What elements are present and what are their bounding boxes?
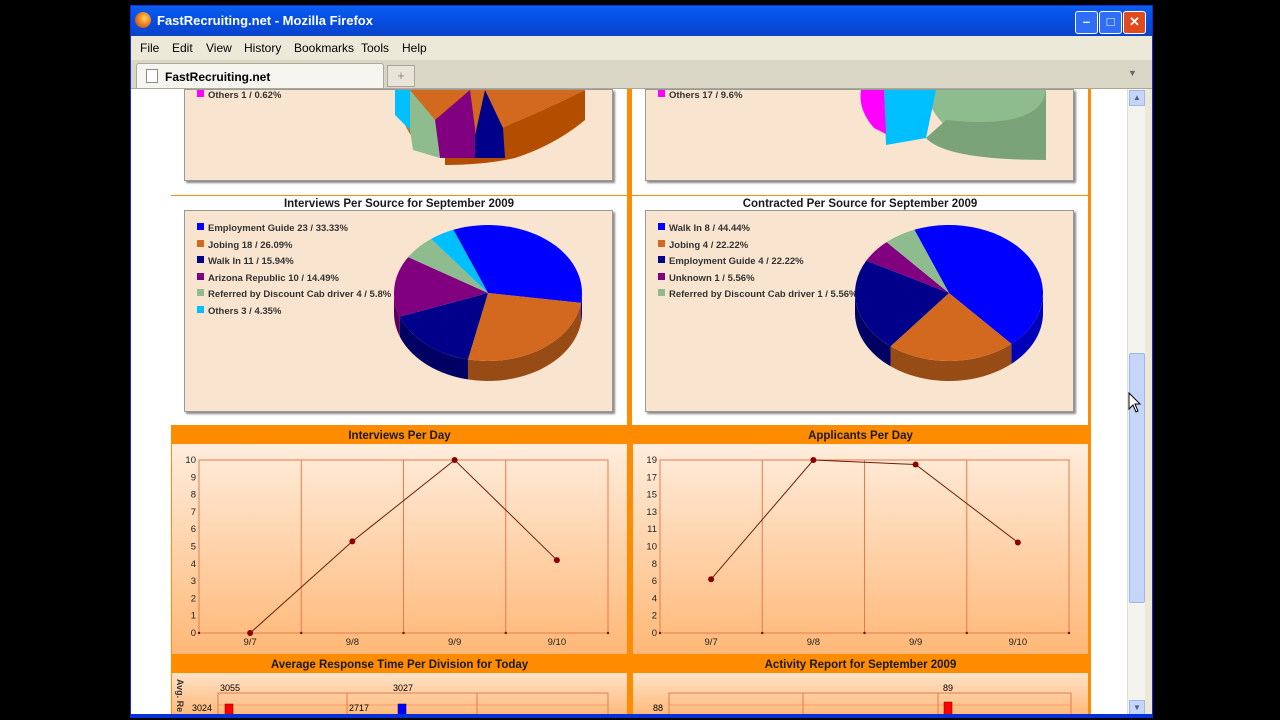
tab-label: FastRecruiting.net [165, 70, 271, 84]
top-left-panel: Others 1 / 0.62% [171, 89, 627, 195]
top-left-pie [395, 90, 585, 165]
interviews-per-source-panel: Interviews Per Source for September 2009… [171, 196, 627, 425]
data-point [451, 457, 458, 463]
menu-bar: File Edit View History Bookmarks Tools H… [131, 37, 1152, 59]
firefox-logo-icon [135, 12, 151, 28]
x-tick-label: 9/9 [448, 637, 461, 648]
scroll-up-icon[interactable]: ▲ [1129, 90, 1145, 106]
interviews-pie-chart [394, 225, 582, 381]
y-tick-label: 15 [646, 490, 657, 501]
y-tick-label: 7 [191, 507, 196, 518]
window-title: FastRecruiting.net - Mozilla Firefox [157, 13, 373, 28]
data-point [1014, 539, 1021, 546]
dashboard: Others 1 / 0.62% Others 17 / 9.6% Interv… [171, 89, 1091, 717]
y-tick-label: 3 [191, 576, 196, 587]
y-tick-label: 6 [652, 576, 657, 587]
menu-bookmarks[interactable]: Bookmarks [294, 41, 354, 55]
interviews-per-day-chart: 0 1 2 3 4 5 6 7 8 9 10 9/7 9/8 9/9 9/10 [185, 455, 610, 648]
bar-value-label: 3055 [220, 683, 240, 693]
y-tick-label: 2717 [349, 703, 369, 713]
tab-fastrecruiting[interactable]: FastRecruiting.net [136, 63, 384, 88]
y-tick-label: 4 [652, 593, 657, 604]
y-axis-label: Avg. Re [175, 679, 185, 712]
y-tick-label: 8 [652, 559, 657, 570]
maximize-button[interactable]: □ [1099, 11, 1122, 34]
activity-report-chart: 89 88 [653, 683, 1072, 717]
top-right-panel: Others 17 / 9.6% [632, 89, 1088, 195]
x-tick-label: 9/8 [807, 637, 820, 648]
contracted-per-source-panel: Contracted Per Source for September 2009… [632, 196, 1088, 425]
scroll-thumb[interactable] [1129, 353, 1145, 603]
menu-help[interactable]: Help [402, 41, 427, 55]
x-tick-label: 9/9 [909, 637, 922, 648]
menu-history[interactable]: History [244, 41, 281, 55]
avg-response-chart: Avg. Re 3055 3024 3027 2717 [175, 679, 609, 717]
y-tick-label: 6 [191, 524, 196, 535]
y-tick-label: 19 [646, 455, 657, 466]
y-tick-label: 8 [191, 490, 196, 501]
y-tick-label: 17 [646, 472, 657, 483]
y-tick-label: 10 [646, 542, 657, 553]
y-tick-label: 1 [191, 611, 196, 622]
data-point [912, 461, 919, 468]
applicants-per-day-chart: 0 2 4 6 8 10 11 13 15 17 19 9/7 9/8 9/9 9/10 [646, 455, 1071, 648]
top-left-pie-area: Others 1 / 0.62% [184, 89, 613, 181]
tab-list-dropdown-icon[interactable]: ▼ [1128, 68, 1137, 78]
contracted-pie-area: Walk In 8 / 44.44% Jobing 4 / 22.22% Emplo… [645, 210, 1074, 412]
x-tick-label: 9/10 [1009, 637, 1028, 648]
y-tick-label: 4 [191, 559, 196, 570]
new-tab-button[interactable]: + [387, 65, 415, 87]
activity-report-panel: Activity Report for September 2009 89 88 [633, 657, 1088, 717]
data-point [553, 557, 560, 564]
data-point [247, 630, 254, 636]
chart-title: Interviews Per Day [172, 428, 627, 444]
y-tick-label: 2 [191, 593, 196, 604]
close-button[interactable]: ✕ [1123, 11, 1146, 34]
y-tick-label: 9 [191, 472, 196, 483]
data-point [349, 538, 356, 545]
data-point [810, 457, 817, 463]
interviews-per-day-panel: Interviews Per Day 0 1 2 3 4 5 6 7 8 9 10 9/7 9/8 9/9… [172, 428, 627, 654]
contracted-pie-chart [855, 225, 1043, 381]
chart-title: Average Response Time Per Division for T… [172, 657, 627, 673]
menu-tools[interactable]: Tools [361, 41, 389, 55]
y-tick-label: 2 [652, 611, 657, 622]
interviews-pie-area: Employment Guide 23 / 33.33% Jobing 18 / … [184, 210, 613, 412]
chart-title: Applicants Per Day [633, 428, 1088, 444]
y-tick-label: 0 [191, 628, 196, 639]
bar-value-label: 3027 [393, 683, 413, 693]
avg-response-time-panel: Average Response Time Per Division for T… [172, 657, 627, 717]
y-tick-label: 0 [652, 628, 657, 639]
title-bar[interactable]: FastRecruiting.net - Mozilla Firefox – □… [131, 6, 1152, 36]
y-tick-label: 3024 [192, 703, 212, 713]
chart-title: Activity Report for September 2009 [633, 657, 1088, 673]
top-right-pie [860, 90, 1046, 160]
x-tick-label: 9/7 [705, 637, 718, 648]
window-border [131, 714, 1152, 717]
tab-strip: FastRecruiting.net + ▼ [131, 60, 1152, 89]
page-content: Others 1 / 0.62% Others 17 / 9.6% Interv… [131, 89, 1127, 717]
top-right-pie-area: Others 17 / 9.6% [645, 89, 1074, 181]
mouse-pointer-icon [1128, 392, 1142, 413]
y-tick-label: 13 [646, 507, 657, 518]
menu-file[interactable]: File [140, 41, 159, 55]
bar-value-label: 89 [943, 683, 953, 693]
y-tick-label: 11 [647, 524, 657, 535]
y-tick-label: 88 [653, 703, 663, 713]
y-tick-label: 5 [191, 542, 196, 553]
x-tick-label: 9/10 [548, 637, 567, 648]
y-tick-label: 10 [185, 455, 196, 466]
menu-view[interactable]: View [206, 41, 232, 55]
menu-edit[interactable]: Edit [172, 41, 193, 55]
minimize-button[interactable]: – [1075, 11, 1098, 34]
x-tick-label: 9/7 [244, 637, 257, 648]
x-tick-label: 9/8 [346, 637, 359, 648]
data-point [708, 576, 715, 583]
applicants-per-day-panel: Applicants Per Day 0 2 4 6 8 10 11 13 15 17 19 9/7 9… [633, 428, 1088, 654]
page-icon [146, 69, 158, 83]
browser-window: FastRecruiting.net - Mozilla Firefox – □… [130, 5, 1153, 718]
